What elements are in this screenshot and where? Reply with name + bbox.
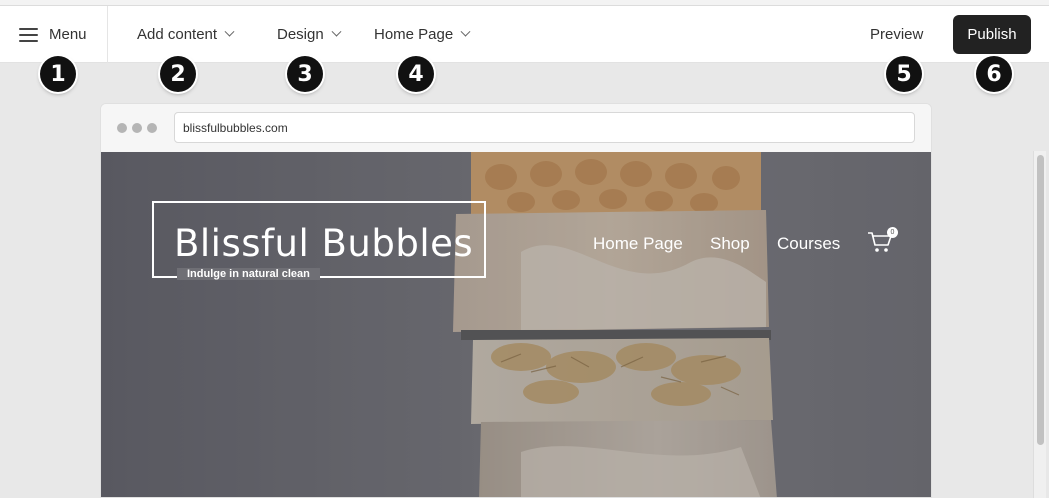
preview-button[interactable]: Preview <box>870 6 923 63</box>
publish-button[interactable]: Publish <box>953 15 1031 54</box>
callout-badge-4: 4 <box>398 56 434 92</box>
preview-scrollbar[interactable] <box>1033 151 1046 498</box>
window-dot-icon <box>147 123 157 133</box>
chevron-down-icon <box>224 26 235 37</box>
site-nav-courses[interactable]: Courses <box>777 234 840 254</box>
add-content-label: Add content <box>137 26 218 43</box>
browser-chrome: blissfulbubbles.com <box>101 104 931 152</box>
site-preview-frame: blissfulbubbles.com Blissful Bubbles Ind… <box>100 103 932 498</box>
design-label: Design <box>277 26 324 43</box>
hero-section[interactable]: Blissful Bubbles Indulge in natural clea… <box>101 152 931 497</box>
cart-count-badge: 0 <box>887 227 898 238</box>
scrollbar-thumb[interactable] <box>1037 155 1044 445</box>
chevron-down-icon <box>331 26 342 37</box>
url-bar: blissfulbubbles.com <box>174 112 915 143</box>
callout-badge-6: 6 <box>976 56 1012 92</box>
site-tagline: Indulge in natural clean <box>177 268 320 280</box>
menu-button[interactable]: Menu <box>19 6 87 63</box>
add-content-dropdown[interactable]: Add content <box>137 6 235 63</box>
site-nav-shop[interactable]: Shop <box>710 234 750 254</box>
site-title: Blissful Bubbles <box>174 222 474 265</box>
hamburger-icon <box>19 27 38 42</box>
callout-badge-2: 2 <box>160 56 196 92</box>
chevron-down-icon <box>460 26 471 37</box>
window-dot-icon <box>117 123 127 133</box>
site-nav-home[interactable]: Home Page <box>593 234 683 254</box>
callout-badge-5: 5 <box>886 56 922 92</box>
callout-badge-3: 3 <box>287 56 323 92</box>
design-dropdown[interactable]: Design <box>277 6 342 63</box>
toolbar-divider <box>107 6 108 63</box>
menu-label: Menu <box>49 26 87 43</box>
preview-label: Preview <box>870 26 924 43</box>
callout-badge-1: 1 <box>40 56 76 92</box>
window-dot-icon <box>132 123 142 133</box>
page-selector-label: Home Page <box>374 26 454 43</box>
page-selector-dropdown[interactable]: Home Page <box>374 6 471 63</box>
editor-toolbar: Menu Add content Design Home Page Previe… <box>0 6 1049 63</box>
